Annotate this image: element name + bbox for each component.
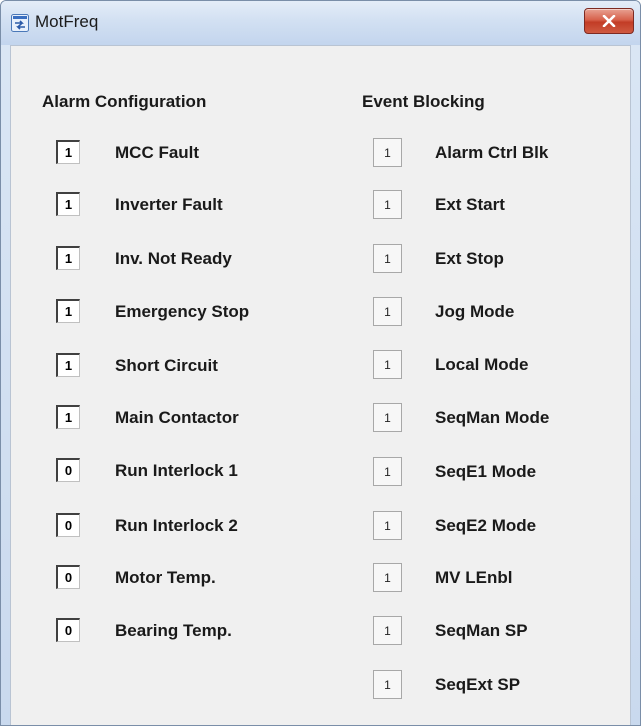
alarm-value-field[interactable]: 1 bbox=[56, 299, 80, 323]
event-value-field[interactable]: 1 bbox=[373, 616, 402, 645]
app-window-icon bbox=[11, 14, 29, 32]
event-value-field[interactable]: 1 bbox=[373, 511, 402, 540]
alarm-label: MCC Fault bbox=[115, 143, 200, 162]
alarm-value-field[interactable]: 1 bbox=[56, 405, 80, 429]
alarm-label: Main Contactor bbox=[115, 408, 239, 427]
event-value-field[interactable]: 1 bbox=[373, 563, 402, 592]
alarm-label: Inverter Fault bbox=[115, 195, 223, 214]
event-label: SeqE1 Mode bbox=[435, 462, 537, 481]
alarm-value-field[interactable]: 0 bbox=[56, 458, 80, 482]
alarm-label: Inv. Not Ready bbox=[115, 249, 232, 268]
event-value-field[interactable]: 1 bbox=[373, 138, 402, 167]
event-label: SeqExt SP bbox=[435, 675, 521, 694]
alarm-label: Bearing Temp. bbox=[115, 621, 232, 640]
alarm-value-field[interactable]: 1 bbox=[56, 192, 80, 216]
close-icon bbox=[602, 15, 616, 27]
event-label: Ext Stop bbox=[435, 249, 504, 268]
event-label: Local Mode bbox=[435, 355, 529, 374]
event-label: SeqE2 Mode bbox=[435, 516, 537, 535]
event-value-field[interactable]: 1 bbox=[373, 457, 402, 486]
alarm-configuration-title: Alarm Configuration bbox=[42, 92, 207, 111]
alarm-value-field[interactable]: 0 bbox=[56, 565, 80, 589]
client-area: Alarm Configuration Event Blocking 1 MCC… bbox=[10, 45, 631, 725]
alarm-value-field[interactable]: 0 bbox=[56, 513, 80, 537]
motfreq-window: MotFreq Alarm Configuration Event Blocki… bbox=[0, 0, 641, 726]
alarm-value-field[interactable]: 1 bbox=[56, 140, 80, 164]
event-value-field[interactable]: 1 bbox=[373, 350, 402, 379]
event-label: SeqMan Mode bbox=[435, 408, 550, 427]
alarm-label: Run Interlock 2 bbox=[115, 516, 238, 535]
event-blocking-title: Event Blocking bbox=[362, 92, 485, 111]
alarm-value-field[interactable]: 1 bbox=[56, 353, 80, 377]
alarm-value-field[interactable]: 0 bbox=[56, 618, 80, 642]
window-title: MotFreq bbox=[35, 12, 99, 31]
alarm-label: Emergency Stop bbox=[115, 302, 250, 321]
alarm-label: Motor Temp. bbox=[115, 568, 216, 587]
alarm-label: Run Interlock 1 bbox=[115, 461, 238, 480]
title-bar[interactable]: MotFreq bbox=[1, 1, 640, 45]
event-label: Jog Mode bbox=[435, 302, 515, 321]
event-value-field[interactable]: 1 bbox=[373, 403, 402, 432]
event-value-field[interactable]: 1 bbox=[373, 244, 402, 273]
event-value-field[interactable]: 1 bbox=[373, 190, 402, 219]
event-value-field[interactable]: 1 bbox=[373, 297, 402, 326]
close-button[interactable] bbox=[584, 8, 634, 34]
event-value-field[interactable]: 1 bbox=[373, 670, 402, 699]
event-label: MV LEnbl bbox=[435, 568, 513, 587]
event-label: Ext Start bbox=[435, 195, 505, 214]
event-label: SeqMan SP bbox=[435, 621, 528, 640]
alarm-value-field[interactable]: 1 bbox=[56, 246, 80, 270]
event-label: Alarm Ctrl Blk bbox=[435, 143, 549, 162]
alarm-label: Short Circuit bbox=[115, 356, 218, 375]
